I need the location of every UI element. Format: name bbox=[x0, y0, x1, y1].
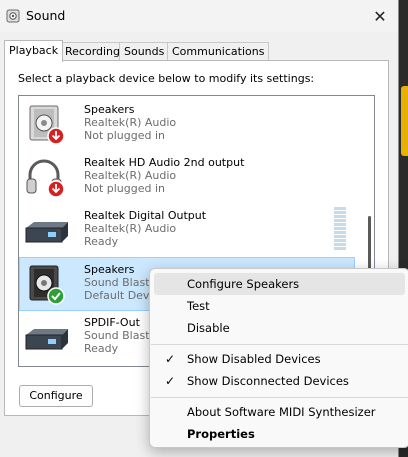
volume-meter bbox=[334, 207, 346, 251]
tab-recording[interactable]: Recording bbox=[60, 42, 126, 61]
device-name: Realtek Digital Output bbox=[84, 209, 207, 222]
menu-item-label: Properties bbox=[187, 427, 255, 441]
device-name: Speakers bbox=[84, 263, 135, 276]
device-item[interactable]: Speakers Realtek(R) Audio Not plugged in bbox=[20, 98, 354, 150]
menu-item-label: Configure Speakers bbox=[187, 277, 300, 291]
context-menu: Configure Speakers Test Disable ✓ Show D… bbox=[149, 268, 408, 448]
sound-app-icon bbox=[6, 9, 20, 23]
device-status: Ready bbox=[84, 342, 119, 355]
checkmark-icon: ✓ bbox=[165, 374, 176, 388]
window-title: Sound bbox=[26, 8, 66, 23]
close-button[interactable]: ✕ bbox=[368, 4, 392, 28]
device-name: Realtek HD Audio 2nd output bbox=[84, 156, 245, 169]
menu-item-properties[interactable]: Properties bbox=[154, 423, 405, 445]
device-driver: Realtek(R) Audio bbox=[84, 169, 177, 182]
title-bar[interactable]: Sound ✕ bbox=[0, 0, 398, 32]
background-window-edge bbox=[401, 86, 408, 156]
device-driver: Realtek(R) Audio bbox=[84, 222, 177, 235]
menu-item-about-midi-synth[interactable]: About Software MIDI Synthesizer bbox=[154, 401, 405, 423]
menu-item-disable[interactable]: Disable bbox=[154, 317, 405, 339]
menu-separator bbox=[151, 397, 408, 398]
device-name: Speakers bbox=[84, 103, 135, 116]
instruction-text: Select a playback device below to modify… bbox=[18, 72, 315, 85]
tab-communications[interactable]: Communications bbox=[167, 42, 270, 61]
device-name: SPDIF-Out bbox=[84, 316, 140, 329]
tab-sounds[interactable]: Sounds bbox=[119, 42, 170, 61]
close-icon: ✕ bbox=[373, 6, 387, 26]
default-device-check-icon bbox=[47, 287, 65, 305]
device-driver: Realtek(R) Audio bbox=[84, 116, 177, 129]
headphones-icon bbox=[26, 159, 65, 198]
menu-item-label: Test bbox=[187, 299, 210, 313]
menu-item-show-disabled-devices[interactable]: ✓ Show Disabled Devices bbox=[154, 348, 405, 370]
menu-item-label: About Software MIDI Synthesizer bbox=[187, 405, 376, 419]
menu-item-label: Disable bbox=[187, 321, 230, 335]
speaker-icon bbox=[29, 265, 65, 305]
menu-item-label: Show Disconnected Devices bbox=[187, 374, 349, 388]
device-status: Ready bbox=[84, 235, 119, 248]
menu-item-configure-speakers[interactable]: Configure Speakers bbox=[154, 273, 405, 295]
menu-item-test[interactable]: Test bbox=[154, 295, 405, 317]
speaker-icon bbox=[29, 105, 65, 145]
digital-output-icon bbox=[25, 222, 68, 243]
configure-button[interactable]: Configure bbox=[19, 385, 93, 407]
tab-playback[interactable]: Playback bbox=[4, 40, 64, 62]
device-status: Not plugged in bbox=[84, 129, 166, 142]
device-item[interactable]: Realtek Digital Output Realtek(R) Audio … bbox=[20, 204, 354, 256]
device-item[interactable]: Realtek HD Audio 2nd output Realtek(R) A… bbox=[20, 151, 354, 203]
menu-item-label: Show Disabled Devices bbox=[187, 352, 321, 366]
menu-separator bbox=[151, 344, 408, 345]
device-status: Not plugged in bbox=[84, 182, 166, 195]
checkmark-icon: ✓ bbox=[165, 352, 176, 366]
digital-output-icon bbox=[25, 329, 68, 350]
menu-item-show-disconnected-devices[interactable]: ✓ Show Disconnected Devices bbox=[154, 370, 405, 392]
